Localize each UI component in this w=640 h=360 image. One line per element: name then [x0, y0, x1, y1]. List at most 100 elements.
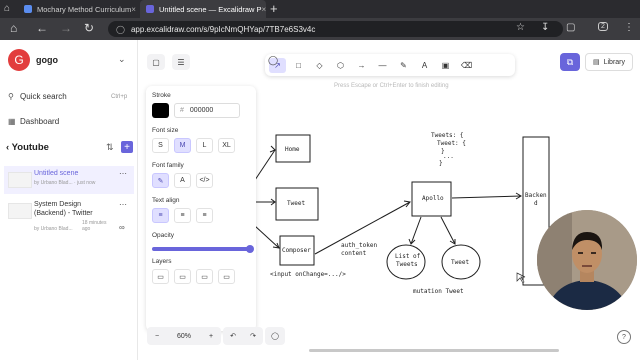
handdrawn-font-icon[interactable]: ✎ [152, 173, 169, 188]
composer-label[interactable]: Composer [282, 247, 311, 254]
quick-search[interactable]: ⚲ Quick search [8, 92, 67, 101]
arrow-to-home[interactable] [254, 149, 276, 181]
scene-item[interactable]: Untitled scene by Urbano Blad... · just … [4, 166, 134, 194]
mutation-label[interactable]: mutation Tweet [413, 288, 464, 295]
open-scene-icon[interactable]: ▢ [147, 54, 165, 70]
address-bar[interactable]: ◯ app.excalidraw.com/s/9pIcNmQHYap/7TB7e… [108, 21, 563, 37]
ellipse-tool-icon[interactable]: ⬡ [332, 58, 349, 73]
tab-close-icon[interactable]: × [131, 5, 136, 14]
arrow-to-list[interactable] [410, 216, 422, 245]
tweet-label[interactable]: Tweet [287, 200, 305, 207]
avatar[interactable]: G [8, 49, 30, 71]
text-tool-icon[interactable]: A [416, 58, 433, 73]
opacity-label: Opacity [152, 232, 175, 239]
browser-menu-icon[interactable]: ⋮ [624, 22, 634, 33]
horizontal-scrollbar[interactable] [309, 349, 559, 352]
collection-header[interactable]: ‹ Youtube [6, 142, 49, 153]
properties-panel: Stroke # 000000 Font size S M L XL Font … [146, 86, 256, 331]
arrow-to-composer[interactable] [254, 225, 280, 249]
home-icon[interactable]: ⌂ [10, 21, 17, 35]
arrow-tool-icon[interactable]: → [353, 58, 370, 73]
auth-token-label[interactable]: auth_token [341, 242, 377, 249]
list-of-tweets-label[interactable]: Tweets [396, 261, 418, 268]
hamburger-menu-icon[interactable]: ☰ [172, 54, 190, 70]
tweets-json-line[interactable]: ... [443, 153, 454, 160]
opacity-slider[interactable] [152, 247, 249, 251]
align-center-icon[interactable]: ≡ [174, 208, 191, 223]
browser-tab-mochary[interactable]: Mochary Method Curriculum × [18, 0, 136, 18]
sort-icon[interactable]: ⇅ [106, 142, 114, 153]
rectangle-tool-icon[interactable]: □ [290, 58, 307, 73]
bookmark-star-icon[interactable]: ☆ [516, 22, 525, 33]
diamond-tool-icon[interactable]: ◇ [311, 58, 328, 73]
list-of-tweets-label[interactable]: List of [395, 253, 420, 260]
tweets-json-line[interactable]: Tweets: { [431, 132, 464, 139]
library-button[interactable]: ▤ Library [585, 53, 633, 71]
more-icon[interactable]: ⋯ [119, 200, 127, 209]
library-label: Library [603, 58, 626, 66]
redo-icon[interactable]: ↷ [243, 332, 263, 340]
more-icon[interactable]: ⋯ [119, 169, 127, 178]
scene-item[interactable]: System Design (Backend) - Twitter by Urb… [4, 197, 134, 237]
shared-link-icon[interactable]: ∞ [119, 223, 125, 232]
editing-hint: Press Escape or Ctrl+Enter to finish edi… [334, 83, 449, 89]
send-to-back-icon[interactable]: ▭ [152, 269, 169, 284]
draw-tool-icon[interactable]: ✎ [395, 58, 412, 73]
undo-icon[interactable]: ↶ [223, 332, 243, 340]
backend-label[interactable]: Backen [525, 192, 547, 199]
content-label[interactable]: content [341, 250, 366, 257]
mouse-cursor-icon [516, 272, 526, 284]
font-size-m-button[interactable]: M [174, 138, 191, 153]
stroke-color-swatch[interactable] [152, 103, 169, 118]
tab-close-icon[interactable]: × [262, 5, 266, 14]
home-label[interactable]: Home [285, 146, 299, 153]
eraser-tool-icon[interactable]: ⌫ [458, 58, 475, 73]
opacity-slider-thumb[interactable] [246, 245, 254, 253]
image-tool-icon[interactable]: ▣ [437, 58, 454, 73]
chevron-down-icon[interactable]: ⌄ [118, 54, 126, 65]
reload-icon[interactable]: ↻ [84, 21, 94, 35]
font-size-s-button[interactable]: S [152, 138, 169, 153]
add-scene-button[interactable]: + [121, 141, 133, 153]
font-size-xl-button[interactable]: XL [218, 138, 235, 153]
forward-arrow-icon[interactable]: → [60, 21, 72, 35]
zoom-level[interactable]: 60% [167, 333, 201, 340]
font-size-l-button[interactable]: L [196, 138, 213, 153]
share-button[interactable]: ⧉ [560, 53, 580, 71]
bring-forward-icon[interactable]: ▭ [196, 269, 213, 284]
sidebar-item-dashboard[interactable]: ▦ Dashboard [8, 117, 59, 126]
profile-badge[interactable]: 2 [598, 22, 608, 31]
align-left-icon[interactable]: ≡ [152, 208, 169, 223]
arrow-to-backend[interactable] [451, 195, 522, 199]
back-chevron-icon[interactable]: ‹ [6, 142, 9, 153]
extensions-icon[interactable]: ▢ [566, 22, 575, 33]
code-font-icon[interactable]: </> [196, 173, 213, 188]
dashboard-icon: ▦ [8, 117, 16, 126]
apollo-label[interactable]: Apollo [422, 195, 444, 202]
zoom-in-button[interactable]: + [201, 333, 221, 340]
back-arrow-icon[interactable]: ← [36, 21, 48, 35]
normal-font-icon[interactable]: A [174, 173, 191, 188]
site-info-icon[interactable]: ◯ [116, 25, 125, 34]
align-right-icon[interactable]: ≡ [196, 208, 213, 223]
lock-icon[interactable]: ◯ [268, 55, 278, 66]
excalidraw-canvas[interactable]: Home Tweet Composer <input onChange=.../… [139, 40, 640, 360]
input-annotation[interactable]: <input onChange=.../> [270, 271, 346, 278]
bring-to-front-icon[interactable]: ▭ [218, 269, 235, 284]
tweets-json-line[interactable]: } [439, 160, 443, 167]
workspace-name[interactable]: gogo [36, 55, 58, 65]
zoom-out-button[interactable]: − [147, 333, 167, 340]
send-backward-icon[interactable]: ▭ [174, 269, 191, 284]
line-tool-icon[interactable]: — [374, 58, 391, 73]
arrow-to-tweet-ellipse[interactable] [440, 216, 456, 245]
browser-tab-excalidraw[interactable]: Untitled scene — Excalidraw P × [140, 0, 266, 18]
tweet-ellipse-label[interactable]: Tweet [451, 259, 469, 266]
comment-button[interactable]: ◯ [265, 327, 285, 345]
download-icon[interactable]: ↧ [541, 22, 549, 33]
stroke-hex-input[interactable]: # 000000 [174, 103, 240, 118]
new-tab-button[interactable]: + [270, 1, 278, 16]
backend-label[interactable]: d [534, 200, 538, 207]
tweets-json-line[interactable]: Tweet: { [437, 140, 466, 147]
help-icon[interactable]: ? [617, 330, 631, 344]
browser-home-icon[interactable]: ⌂ [4, 3, 10, 14]
